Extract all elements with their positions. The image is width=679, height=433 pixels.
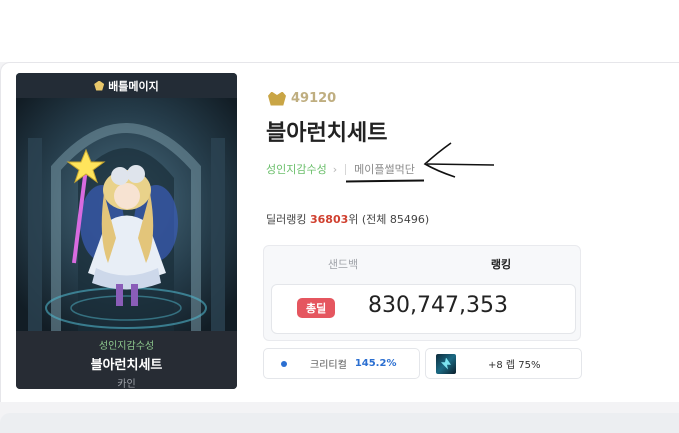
next-card bbox=[0, 413, 679, 433]
panel-header-label: 배틀메이지 bbox=[108, 79, 159, 93]
total-damage-box: 총딜 830,747,353 bbox=[271, 284, 576, 334]
crit-value: 145.2% bbox=[354, 358, 397, 369]
level-value: 49120 bbox=[291, 91, 337, 106]
character-name: 블아런치세트 bbox=[266, 121, 388, 146]
crown-icon bbox=[268, 91, 286, 106]
handwritten-arrow-icon bbox=[423, 142, 495, 178]
character-card: 배틀메이지 성인지감수성 블아런치세트 카인 49120 블아런치세트 성인지감… bbox=[0, 62, 679, 402]
stat-box: 샌드백 랭킹 총딜 830,747,353 bbox=[263, 245, 581, 341]
divider bbox=[345, 163, 347, 175]
panel-footer: 성인지감수성 블아런치세트 카인 bbox=[16, 331, 237, 389]
panel-character-class: 카인 bbox=[117, 379, 136, 389]
tab-ranking[interactable]: 랭킹 bbox=[422, 246, 580, 282]
crit-label: 크리티컬 bbox=[310, 360, 347, 371]
crit-dot-icon bbox=[281, 360, 287, 367]
class-badge-icon bbox=[94, 80, 105, 91]
panel-guild: 성인지감수성 bbox=[98, 341, 155, 352]
crit-stat: 크리티컬 145.2% bbox=[263, 348, 420, 379]
panel-header: 배틀메이지 bbox=[16, 73, 237, 98]
arcane-symbol-icon bbox=[436, 353, 456, 374]
world-link[interactable]: 성인지감수성 bbox=[266, 161, 327, 177]
damage-rank-suffix: 위 (전체 85496) bbox=[348, 213, 430, 226]
total-damage-value: 830,747,353 bbox=[368, 293, 508, 318]
arcane-label: +8 렙 75% bbox=[488, 360, 541, 371]
top-strip bbox=[0, 0, 679, 62]
damage-rank: 딜러랭킹 36803위 (전체 85496) bbox=[266, 211, 429, 227]
damage-rank-prefix: 딜러랭킹 bbox=[266, 213, 310, 226]
handwritten-underline bbox=[345, 179, 425, 183]
tab-sandbag[interactable]: 샌드백 bbox=[264, 246, 422, 282]
chevron-right-icon: › bbox=[332, 162, 338, 176]
panel-character-name: 블아런치세트 bbox=[90, 358, 163, 373]
character-panel[interactable]: 배틀메이지 성인지감수성 블아런치세트 카인 bbox=[16, 73, 237, 389]
guild-link[interactable]: 메이플썰먹단 bbox=[354, 161, 415, 177]
arcane-stat: +8 렙 75% bbox=[425, 348, 582, 379]
total-damage-badge: 총딜 bbox=[297, 298, 336, 318]
level-row: 49120 bbox=[268, 91, 336, 106]
character-image bbox=[16, 98, 237, 331]
stat-tabs: 샌드백 랭킹 bbox=[264, 246, 580, 282]
sub-info-row: 성인지감수성 › 메이플썰먹단 bbox=[266, 161, 415, 177]
damage-rank-value: 36803 bbox=[309, 213, 349, 226]
